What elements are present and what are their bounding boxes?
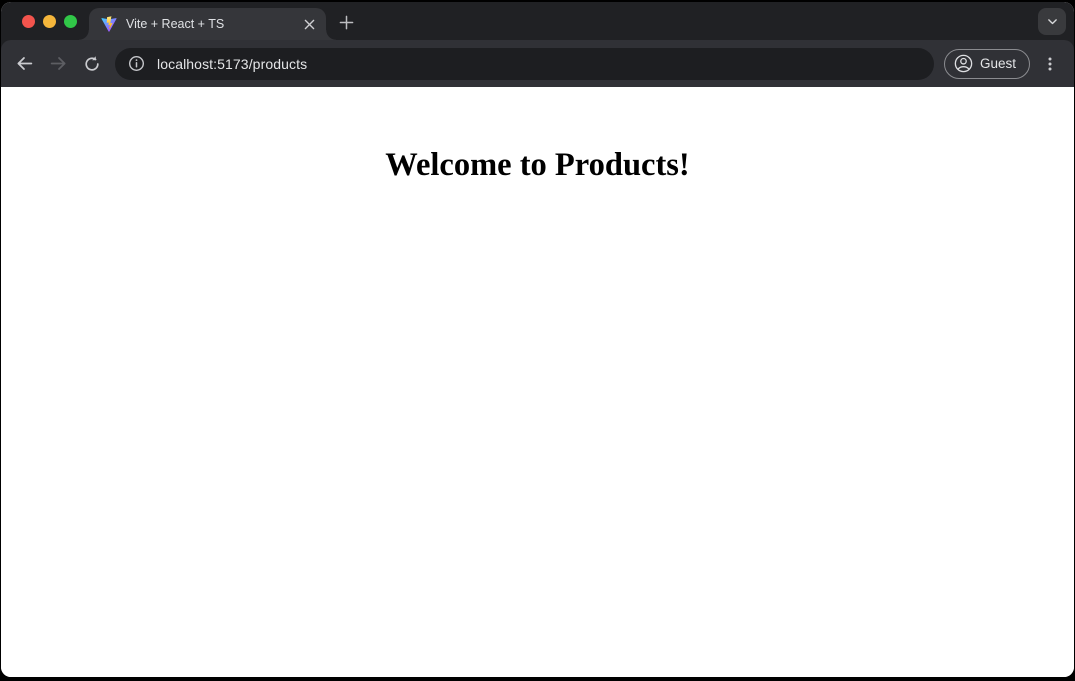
navigation-toolbar: localhost:5173/products Guest xyxy=(1,40,1074,87)
kebab-menu-icon xyxy=(1042,56,1058,72)
vite-logo-icon xyxy=(101,16,117,32)
reload-icon xyxy=(83,55,101,73)
arrow-left-icon xyxy=(15,54,34,73)
tab-strip: Vite + React + TS xyxy=(1,2,1074,40)
arrow-right-icon xyxy=(49,54,68,73)
new-tab-button[interactable] xyxy=(334,10,358,34)
address-bar[interactable]: localhost:5173/products xyxy=(115,48,934,80)
browser-window: Vite + React + TS xyxy=(1,2,1074,677)
url-text: localhost:5173/products xyxy=(157,56,307,72)
plus-icon xyxy=(339,15,354,30)
profile-button-guest[interactable]: Guest xyxy=(944,49,1030,79)
minimize-window-button[interactable] xyxy=(43,15,56,28)
browser-chrome: Vite + React + TS xyxy=(1,2,1074,87)
reload-button[interactable] xyxy=(75,47,109,81)
forward-button[interactable] xyxy=(41,47,75,81)
traffic-lights xyxy=(1,15,77,28)
page-title: Welcome to Products! xyxy=(1,147,1074,184)
close-window-button[interactable] xyxy=(22,15,35,28)
page-viewport: Welcome to Products! xyxy=(1,87,1074,677)
tab-search-button[interactable] xyxy=(1038,8,1066,35)
close-icon[interactable] xyxy=(300,15,318,33)
tab-vite-react-ts[interactable]: Vite + React + TS xyxy=(89,8,326,40)
chevron-down-icon xyxy=(1046,15,1059,28)
zoom-window-button[interactable] xyxy=(64,15,77,28)
tab-title: Vite + React + TS xyxy=(126,17,300,31)
profile-label: Guest xyxy=(980,56,1016,71)
info-circle-icon[interactable] xyxy=(123,51,149,77)
browser-menu-button[interactable] xyxy=(1036,47,1064,81)
back-button[interactable] xyxy=(7,47,41,81)
account-circle-icon xyxy=(953,53,974,74)
